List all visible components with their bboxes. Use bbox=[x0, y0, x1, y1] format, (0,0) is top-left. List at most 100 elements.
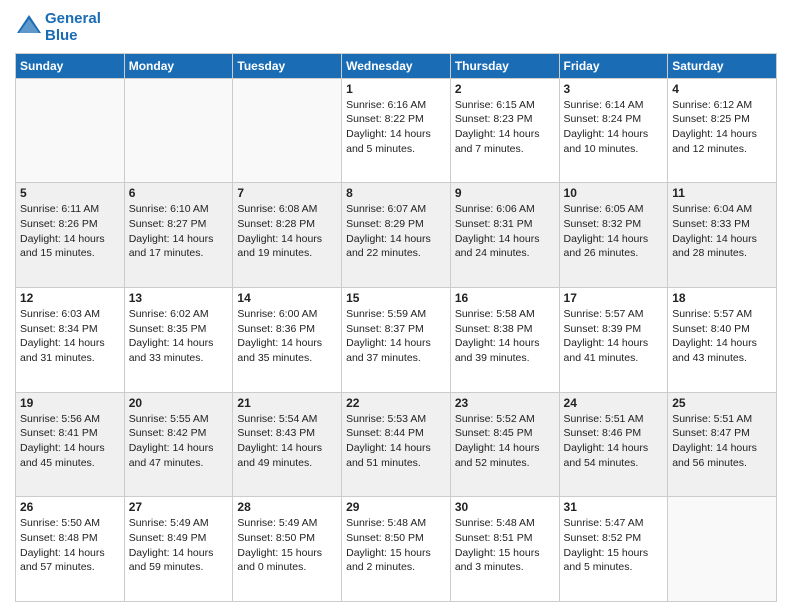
cell-info: Sunrise: 5:47 AM Sunset: 8:52 PM Dayligh… bbox=[564, 516, 664, 575]
calendar-week-5: 26 Sunrise: 5:50 AM Sunset: 8:48 PM Dayli… bbox=[16, 497, 777, 602]
calendar-cell: 26 Sunrise: 5:50 AM Sunset: 8:48 PM Dayli… bbox=[16, 497, 125, 602]
day-number: 10 bbox=[564, 186, 664, 200]
cell-info: Sunrise: 5:54 AM Sunset: 8:43 PM Dayligh… bbox=[237, 412, 337, 471]
cell-info: Sunrise: 5:49 AM Sunset: 8:49 PM Dayligh… bbox=[129, 516, 229, 575]
day-header-sunday: Sunday bbox=[16, 53, 125, 78]
day-number: 7 bbox=[237, 186, 337, 200]
day-number: 22 bbox=[346, 396, 446, 410]
cell-info: Sunrise: 6:08 AM Sunset: 8:28 PM Dayligh… bbox=[237, 202, 337, 261]
calendar-cell: 13Sunrise: 6:02 AM Sunset: 8:35 PM Dayli… bbox=[124, 287, 233, 392]
day-number: 1 bbox=[346, 82, 446, 96]
calendar-cell: 21 Sunrise: 5:54 AM Sunset: 8:43 PM Dayli… bbox=[233, 392, 342, 497]
day-number: 20 bbox=[129, 396, 229, 410]
day-number: 9 bbox=[455, 186, 555, 200]
day-number: 23 bbox=[455, 396, 555, 410]
logo-text: General Blue bbox=[45, 10, 101, 45]
cell-info: Sunrise: 6:11 AM Sunset: 8:26 PM Dayligh… bbox=[20, 202, 120, 261]
cell-info: Sunrise: 6:12 AM Sunset: 8:25 PM Dayligh… bbox=[672, 98, 772, 157]
day-number: 2 bbox=[455, 82, 555, 96]
cell-info: Sunrise: 6:03 AM Sunset: 8:34 PM Dayligh… bbox=[20, 307, 120, 366]
day-number: 27 bbox=[129, 500, 229, 514]
calendar-table: SundayMondayTuesdayWednesdayThursdayFrid… bbox=[15, 53, 777, 603]
calendar-cell: 3 Sunrise: 6:14 AM Sunset: 8:24 PM Daylig… bbox=[559, 78, 668, 183]
cell-info: Sunrise: 5:53 AM Sunset: 8:44 PM Dayligh… bbox=[346, 412, 446, 471]
cell-info: Sunrise: 5:59 AM Sunset: 8:37 PM Dayligh… bbox=[346, 307, 446, 366]
day-number: 30 bbox=[455, 500, 555, 514]
cell-info: Sunrise: 6:07 AM Sunset: 8:29 PM Dayligh… bbox=[346, 202, 446, 261]
day-number: 6 bbox=[129, 186, 229, 200]
cell-info: Sunrise: 5:51 AM Sunset: 8:46 PM Dayligh… bbox=[564, 412, 664, 471]
calendar-cell: 25Sunrise: 5:51 AM Sunset: 8:47 PM Dayli… bbox=[668, 392, 777, 497]
calendar-cell: 14 Sunrise: 6:00 AM Sunset: 8:36 PM Dayli… bbox=[233, 287, 342, 392]
calendar-cell bbox=[124, 78, 233, 183]
cell-info: Sunrise: 6:06 AM Sunset: 8:31 PM Dayligh… bbox=[455, 202, 555, 261]
calendar-cell bbox=[233, 78, 342, 183]
calendar-week-1: 1 Sunrise: 6:16 AM Sunset: 8:22 PM Daylig… bbox=[16, 78, 777, 183]
cell-info: Sunrise: 6:15 AM Sunset: 8:23 PM Dayligh… bbox=[455, 98, 555, 157]
calendar-cell: 16 Sunrise: 5:58 AM Sunset: 8:38 PM Dayli… bbox=[450, 287, 559, 392]
day-number: 11 bbox=[672, 186, 772, 200]
cell-info: Sunrise: 6:16 AM Sunset: 8:22 PM Dayligh… bbox=[346, 98, 446, 157]
calendar-week-2: 5 Sunrise: 6:11 AM Sunset: 8:26 PM Daylig… bbox=[16, 183, 777, 288]
cell-info: Sunrise: 5:48 AM Sunset: 8:50 PM Dayligh… bbox=[346, 516, 446, 575]
calendar-cell: 31Sunrise: 5:47 AM Sunset: 8:52 PM Dayli… bbox=[559, 497, 668, 602]
calendar-cell: 18 Sunrise: 5:57 AM Sunset: 8:40 PM Dayli… bbox=[668, 287, 777, 392]
day-number: 8 bbox=[346, 186, 446, 200]
day-number: 12 bbox=[20, 291, 120, 305]
cell-info: Sunrise: 6:04 AM Sunset: 8:33 PM Dayligh… bbox=[672, 202, 772, 261]
cell-info: Sunrise: 5:49 AM Sunset: 8:50 PM Dayligh… bbox=[237, 516, 337, 575]
cell-info: Sunrise: 6:00 AM Sunset: 8:36 PM Dayligh… bbox=[237, 307, 337, 366]
calendar-cell: 5 Sunrise: 6:11 AM Sunset: 8:26 PM Daylig… bbox=[16, 183, 125, 288]
calendar-cell: 8 Sunrise: 6:07 AM Sunset: 8:29 PM Daylig… bbox=[342, 183, 451, 288]
calendar-cell: 24 Sunrise: 5:51 AM Sunset: 8:46 PM Dayli… bbox=[559, 392, 668, 497]
logo: General Blue bbox=[15, 10, 101, 45]
day-number: 3 bbox=[564, 82, 664, 96]
calendar-header-row: SundayMondayTuesdayWednesdayThursdayFrid… bbox=[16, 53, 777, 78]
calendar-cell: 1 Sunrise: 6:16 AM Sunset: 8:22 PM Daylig… bbox=[342, 78, 451, 183]
cell-info: Sunrise: 5:55 AM Sunset: 8:42 PM Dayligh… bbox=[129, 412, 229, 471]
calendar-cell: 23Sunrise: 5:52 AM Sunset: 8:45 PM Dayli… bbox=[450, 392, 559, 497]
cell-info: Sunrise: 6:05 AM Sunset: 8:32 PM Dayligh… bbox=[564, 202, 664, 261]
calendar-cell: 20 Sunrise: 5:55 AM Sunset: 8:42 PM Dayli… bbox=[124, 392, 233, 497]
calendar-cell: 28 Sunrise: 5:49 AM Sunset: 8:50 PM Dayli… bbox=[233, 497, 342, 602]
calendar-cell: 30 Sunrise: 5:48 AM Sunset: 8:51 PM Dayli… bbox=[450, 497, 559, 602]
cell-info: Sunrise: 5:56 AM Sunset: 8:41 PM Dayligh… bbox=[20, 412, 120, 471]
day-number: 21 bbox=[237, 396, 337, 410]
day-number: 28 bbox=[237, 500, 337, 514]
day-number: 17 bbox=[564, 291, 664, 305]
cell-info: Sunrise: 5:48 AM Sunset: 8:51 PM Dayligh… bbox=[455, 516, 555, 575]
day-number: 18 bbox=[672, 291, 772, 305]
calendar-cell: 19Sunrise: 5:56 AM Sunset: 8:41 PM Dayli… bbox=[16, 392, 125, 497]
calendar-cell: 29 Sunrise: 5:48 AM Sunset: 8:50 PM Dayli… bbox=[342, 497, 451, 602]
day-number: 24 bbox=[564, 396, 664, 410]
calendar-cell: 2 Sunrise: 6:15 AM Sunset: 8:23 PM Daylig… bbox=[450, 78, 559, 183]
cell-info: Sunrise: 5:57 AM Sunset: 8:40 PM Dayligh… bbox=[672, 307, 772, 366]
day-number: 5 bbox=[20, 186, 120, 200]
day-number: 16 bbox=[455, 291, 555, 305]
day-header-tuesday: Tuesday bbox=[233, 53, 342, 78]
day-number: 29 bbox=[346, 500, 446, 514]
cell-info: Sunrise: 6:10 AM Sunset: 8:27 PM Dayligh… bbox=[129, 202, 229, 261]
cell-info: Sunrise: 5:58 AM Sunset: 8:38 PM Dayligh… bbox=[455, 307, 555, 366]
day-number: 15 bbox=[346, 291, 446, 305]
calendar-cell: 6 Sunrise: 6:10 AM Sunset: 8:27 PM Daylig… bbox=[124, 183, 233, 288]
calendar-cell: 27 Sunrise: 5:49 AM Sunset: 8:49 PM Dayli… bbox=[124, 497, 233, 602]
calendar-cell: 10 Sunrise: 6:05 AM Sunset: 8:32 PM Dayli… bbox=[559, 183, 668, 288]
day-number: 14 bbox=[237, 291, 337, 305]
day-header-wednesday: Wednesday bbox=[342, 53, 451, 78]
cell-info: Sunrise: 6:14 AM Sunset: 8:24 PM Dayligh… bbox=[564, 98, 664, 157]
day-header-friday: Friday bbox=[559, 53, 668, 78]
calendar-cell bbox=[16, 78, 125, 183]
logo-icon bbox=[15, 13, 43, 41]
cell-info: Sunrise: 5:50 AM Sunset: 8:48 PM Dayligh… bbox=[20, 516, 120, 575]
calendar-week-4: 19Sunrise: 5:56 AM Sunset: 8:41 PM Dayli… bbox=[16, 392, 777, 497]
cell-info: Sunrise: 5:57 AM Sunset: 8:39 PM Dayligh… bbox=[564, 307, 664, 366]
day-header-saturday: Saturday bbox=[668, 53, 777, 78]
calendar-cell: 12 Sunrise: 6:03 AM Sunset: 8:34 PM Dayli… bbox=[16, 287, 125, 392]
calendar-cell: 15 Sunrise: 5:59 AM Sunset: 8:37 PM Dayli… bbox=[342, 287, 451, 392]
calendar-cell: 22 Sunrise: 5:53 AM Sunset: 8:44 PM Dayli… bbox=[342, 392, 451, 497]
calendar-cell: 17 Sunrise: 5:57 AM Sunset: 8:39 PM Dayli… bbox=[559, 287, 668, 392]
calendar-cell: 9 Sunrise: 6:06 AM Sunset: 8:31 PM Daylig… bbox=[450, 183, 559, 288]
header: General Blue bbox=[15, 10, 777, 45]
day-number: 26 bbox=[20, 500, 120, 514]
